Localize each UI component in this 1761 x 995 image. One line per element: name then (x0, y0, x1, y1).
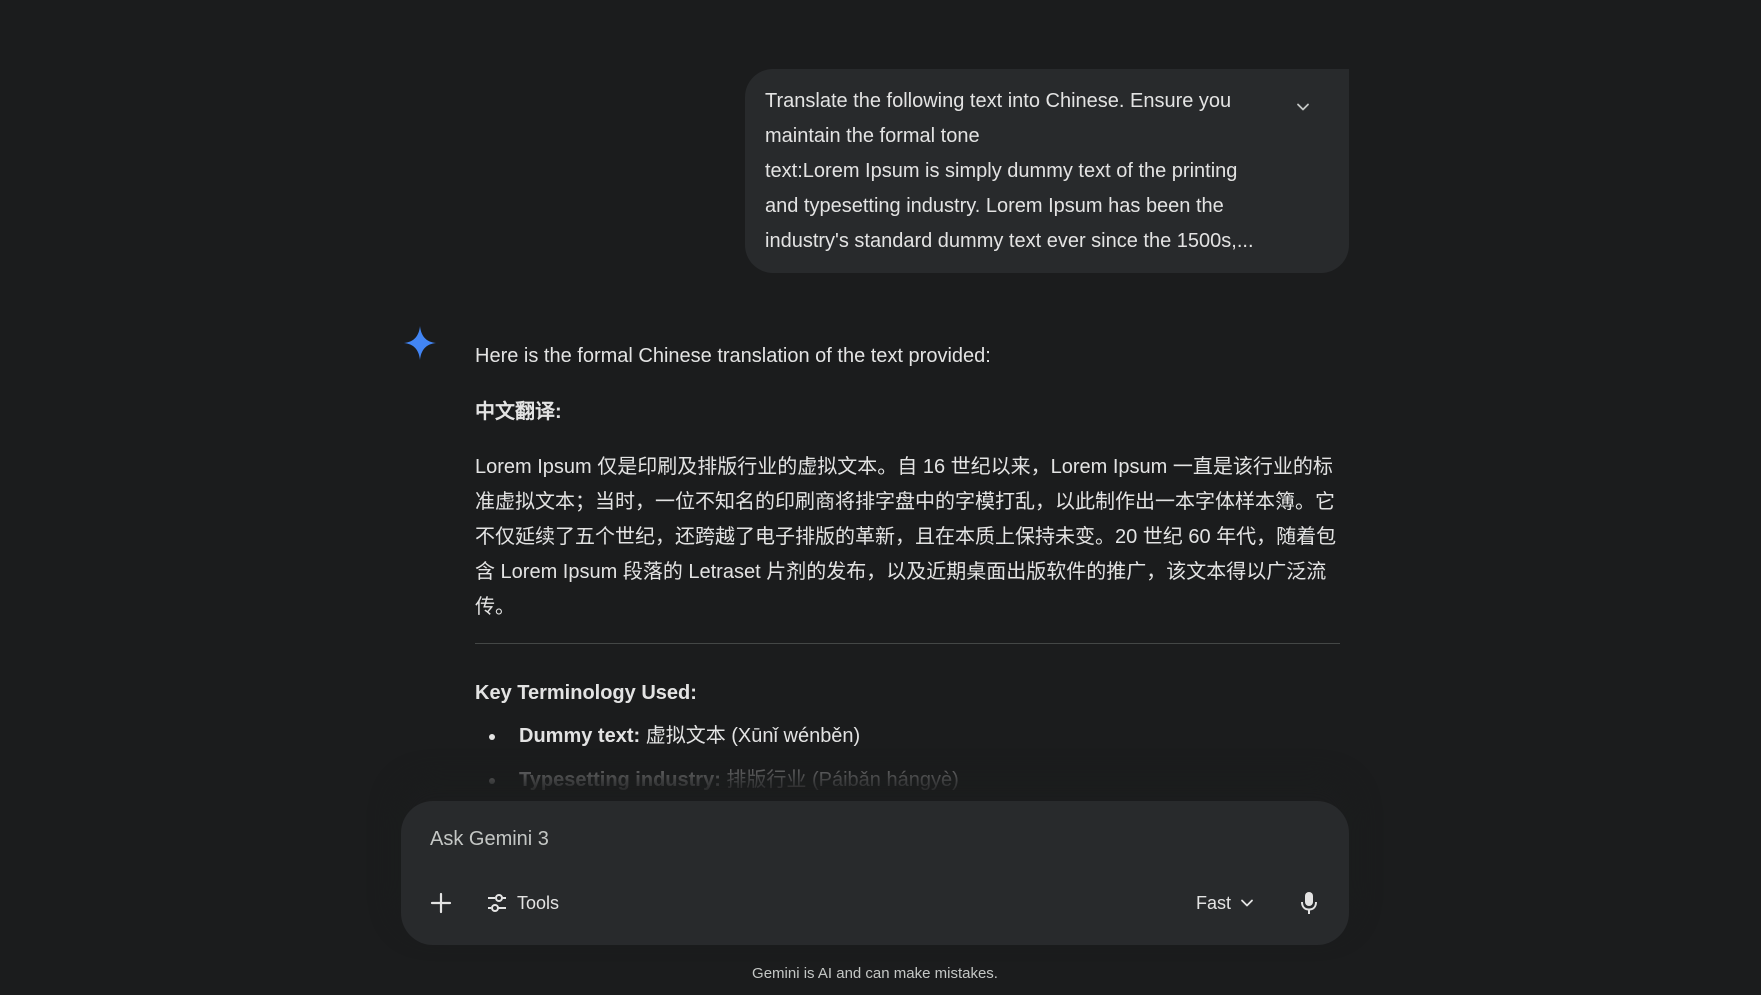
tools-label: Tools (517, 892, 560, 913)
list-item: Dummy text: 虚拟文本 (Xūnǐ wénběn) (475, 720, 959, 764)
prompt-input[interactable]: Ask Gemini 3 (430, 828, 549, 851)
model-response: Here is the formal Chinese translation o… (475, 340, 1340, 625)
chevron-down-icon (1241, 899, 1253, 907)
user-prompt-text: Translate the following text into Chines… (765, 90, 1254, 252)
plus-icon (430, 892, 452, 914)
key-terminology-title: Key Terminology Used: (475, 682, 697, 704)
term-list: Dummy text: 虚拟文本 (Xūnǐ wénběn) Typesetti… (475, 720, 959, 808)
disclaimer: Gemini is AI and can make mistakes. (752, 965, 998, 982)
divider (475, 643, 1340, 644)
response-intro: Here is the formal Chinese translation o… (475, 345, 991, 367)
term-label: Dummy text: (519, 725, 641, 747)
expand-prompt-button[interactable] (1291, 95, 1315, 119)
microphone-icon (1301, 892, 1317, 914)
user-prompt-bubble: Translate the following text into Chines… (745, 69, 1349, 273)
response-translation: Lorem Ipsum 仅是印刷及排版行业的虚拟文本。自 16 世纪以来，Lor… (475, 456, 1337, 618)
add-files-button[interactable] (427, 889, 455, 917)
term-translation: 排版行业 (Páibǎn hángyè) (720, 769, 959, 791)
tools-button[interactable]: Tools (487, 893, 559, 914)
prompt-input-box: Ask Gemini 3 Tools Fast (401, 801, 1349, 945)
bullet (489, 778, 495, 784)
bullet (489, 734, 495, 740)
microphone-button[interactable] (1297, 889, 1321, 917)
input-toolbar-right: Fast (1196, 889, 1321, 917)
term-label: Typesetting industry: (519, 769, 721, 791)
term-translation: 虚拟文本 (Xūnǐ wénběn) (640, 725, 861, 747)
chevron-down-icon (1297, 103, 1309, 111)
input-toolbar-left: Tools (427, 889, 559, 917)
tune-icon (488, 894, 506, 912)
mode-label: Fast (1195, 892, 1231, 913)
response-heading: 中文翻译: (475, 401, 562, 423)
gemini-chat-page: Translate the following text into Chines… (0, 0, 1761, 995)
model-mode-select[interactable]: Fast (1196, 893, 1255, 914)
gemini-spark-icon (404, 326, 436, 360)
